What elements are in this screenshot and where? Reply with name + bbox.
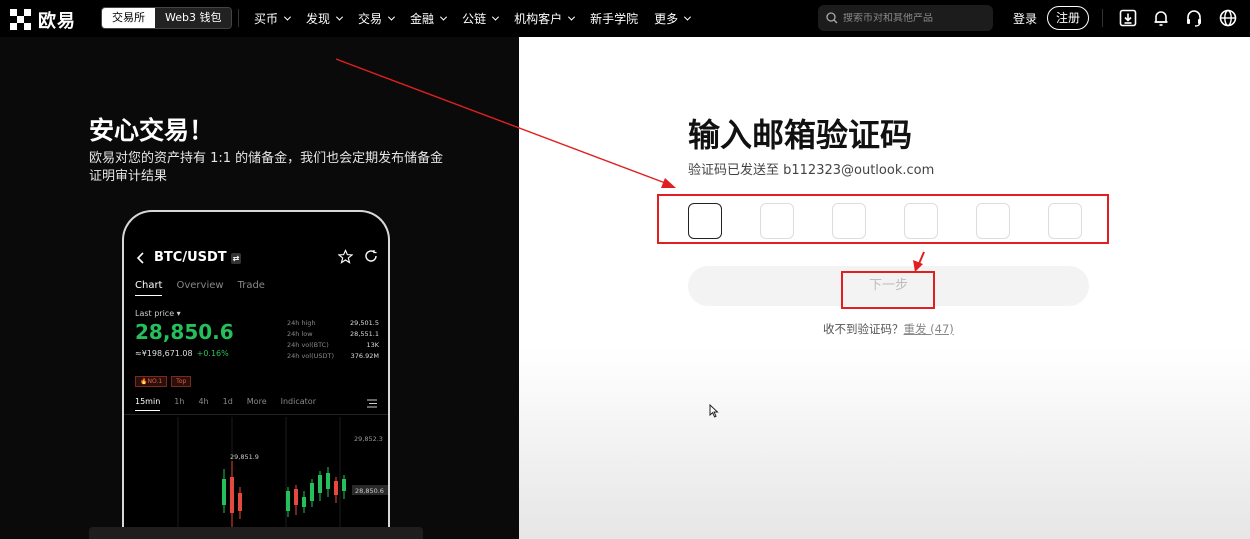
chevron-down-icon: [568, 13, 576, 21]
email-address: b112323@outlook.com: [783, 163, 935, 178]
timeframe-indicator: Indicator: [280, 397, 316, 406]
search-input[interactable]: [843, 12, 983, 24]
chevron-down-icon: [440, 13, 448, 21]
timeframe-1d: 1d: [222, 397, 233, 406]
menu-finance[interactable]: 金融: [410, 10, 448, 27]
resend-row: 收不到验证码？重发 (47): [823, 322, 954, 336]
timeframe-1h: 1h: [174, 397, 185, 406]
stat-row: 24h low 28,551.1: [287, 330, 379, 338]
stat-row: 24h vol(BTC) 13K: [287, 341, 379, 349]
phone-tab-chart: Chart: [135, 280, 163, 296]
promo-panel: 安心交易！ 欧易对您的资产持有 1:1 的储备金，我们也会定期发布储备金证明审计…: [0, 37, 519, 539]
chevron-down-icon: [684, 13, 692, 21]
nav-divider: [1102, 9, 1103, 27]
candlestick-chart: 29,851.9 29,852.3 28,850.6: [177, 417, 388, 539]
search-icon: [826, 12, 838, 24]
badge-no1: 🔥NO.1: [135, 376, 168, 387]
mouse-cursor-icon: [709, 404, 719, 418]
chevron-down-icon: [335, 13, 344, 21]
headset-icon[interactable]: [1184, 8, 1204, 28]
trading-pair: BTC/USDT ⇄: [154, 250, 242, 265]
menu-beginner-academy[interactable]: 新手学院: [590, 10, 638, 27]
timeframe-15min: 15min: [135, 397, 161, 411]
timeframe-4h: 4h: [198, 397, 209, 406]
phone-tabs: Chart Overview Trade: [135, 280, 265, 296]
price-stats: 24h high 29,501.5 24h low 28,551.1 24h vol…: [287, 318, 379, 362]
register-button[interactable]: 注册: [1047, 6, 1090, 30]
search-box[interactable]: [818, 5, 993, 31]
platform-switch: 交易所 Web3 钱包: [101, 7, 233, 29]
chart-high-label: 29,851.9: [230, 453, 259, 461]
back-arrow-icon: [136, 251, 144, 264]
top-nav: 欧易 交易所 Web3 钱包 买币 发现 交易 金融 公链 机构客户 新手学院 …: [0, 0, 1250, 37]
badge-top: Top: [171, 376, 192, 387]
menu-buy-crypto[interactable]: 买币: [254, 10, 292, 27]
phone-header: BTC/USDT ⇄: [136, 250, 242, 265]
code-sent-text: 验证码已发送至 b112323@outlook.com: [688, 163, 935, 178]
settings-lines-icon: [367, 399, 377, 408]
globe-icon[interactable]: [1218, 8, 1238, 28]
timeframe-tabs: 15min 1h 4h 1d More Indicator: [135, 397, 380, 411]
annotation-box-next: [841, 271, 935, 309]
login-link[interactable]: 登录: [1013, 10, 1037, 27]
logo-text: 欧易: [38, 11, 76, 32]
bell-icon[interactable]: [1151, 8, 1171, 28]
chevron-down-icon: [388, 13, 396, 21]
promo-title: 安心交易！: [89, 116, 215, 145]
swap-icon: ⇄: [230, 253, 242, 264]
divider: [124, 414, 388, 415]
menu-public-chain[interactable]: 公链: [462, 10, 500, 27]
tab-web3-wallet[interactable]: Web3 钱包: [155, 8, 232, 28]
menu-trade[interactable]: 交易: [358, 10, 396, 27]
main-menu: 买币 发现 交易 金融 公链 机构客户 新手学院 更多: [254, 0, 692, 37]
stat-row: 24h high 29,501.5: [287, 319, 379, 327]
nav-divider: [238, 9, 239, 27]
annotation-box-code: [657, 194, 1109, 244]
verification-panel: 输入邮箱验证码 验证码已发送至 b112323@outlook.com 下一步 …: [519, 37, 1250, 539]
page-title: 输入邮箱验证码: [688, 116, 913, 154]
download-icon[interactable]: [1118, 8, 1138, 28]
okx-logo[interactable]: 欧易: [10, 7, 76, 33]
price-sub: ≈¥198,671.08 +0.16%: [135, 349, 229, 358]
stat-row: 24h vol(USDT) 376.92M: [287, 352, 379, 360]
phone-tab-trade: Trade: [237, 280, 265, 291]
menu-institutional[interactable]: 机构客户: [514, 10, 576, 27]
refresh-icon: [365, 250, 377, 262]
star-icon: [338, 249, 353, 264]
okx-logo-icon: [10, 9, 32, 31]
last-price-label: Last price ▾: [135, 309, 181, 318]
phone-tab-overview: Overview: [176, 280, 224, 291]
chart-top-label: 29,852.3: [354, 435, 383, 443]
last-price: 28,850.6: [135, 320, 234, 344]
phone-mockup: BTC/USDT ⇄ Chart Overview Trade Last pric…: [122, 210, 390, 539]
candles: [222, 461, 346, 527]
chart-current-label: 28,850.6: [355, 487, 384, 495]
tab-exchange[interactable]: 交易所: [102, 8, 155, 28]
chevron-down-icon: [492, 13, 500, 21]
menu-more[interactable]: 更多: [654, 10, 692, 27]
promo-description: 欧易对您的资产持有 1:1 的储备金，我们也会定期发布储备金证明审计结果: [89, 151, 444, 184]
chevron-down-icon: [283, 13, 292, 21]
phone-badges: 🔥NO.1 Top: [135, 376, 192, 387]
menu-discover[interactable]: 发现: [306, 10, 344, 27]
timeframe-more: More: [246, 397, 267, 406]
promo-bottom-card: [89, 527, 423, 539]
resend-link[interactable]: 重发 (47): [904, 322, 954, 336]
